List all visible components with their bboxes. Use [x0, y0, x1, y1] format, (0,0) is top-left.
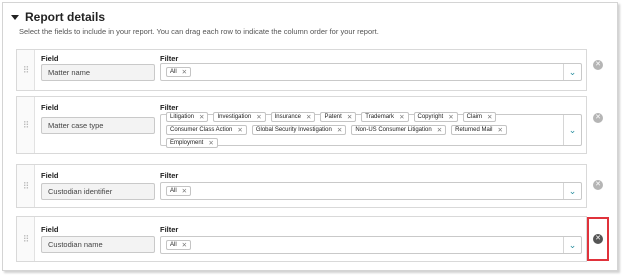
drag-handle-icon[interactable]: ⠿: [17, 217, 35, 261]
filter-chip[interactable]: Patent ✕: [320, 112, 357, 122]
remove-circle-icon[interactable]: ✕: [593, 180, 603, 190]
drag-handle-icon[interactable]: ⠿: [17, 50, 35, 90]
close-icon[interactable]: ✕: [306, 113, 311, 121]
field-input[interactable]: Matter name: [41, 64, 155, 81]
filter-chip-label: Returned Mail: [455, 127, 493, 133]
close-icon[interactable]: ✕: [347, 113, 352, 121]
close-icon[interactable]: ✕: [182, 241, 187, 249]
chevron-down-icon[interactable]: ⌄: [563, 237, 581, 253]
close-icon[interactable]: ✕: [182, 68, 187, 76]
filter-label: Filter: [160, 54, 179, 63]
close-icon[interactable]: ✕: [237, 126, 242, 134]
filter-select[interactable]: All ✕ ⌄: [160, 182, 582, 200]
field-label: Field: [41, 171, 59, 180]
close-icon[interactable]: ✕: [182, 187, 187, 195]
report-field-row[interactable]: ⠿ Field Filter Matter case type Litigati…: [16, 96, 587, 154]
drag-handle-icon[interactable]: ⠿: [17, 165, 35, 207]
drag-handle-icon[interactable]: ⠿: [17, 97, 35, 153]
highlight-box: [587, 217, 609, 261]
close-icon[interactable]: ✕: [337, 126, 342, 134]
remove-circle-icon[interactable]: ✕: [593, 60, 603, 70]
field-label: Field: [41, 225, 59, 234]
section-title: Report details: [25, 10, 106, 24]
filter-chip-label: Litigation: [170, 114, 195, 120]
filter-chip-label: Insurance: [274, 114, 301, 120]
field-label: Field: [41, 54, 59, 63]
close-icon[interactable]: ✕: [437, 126, 442, 134]
report-field-row[interactable]: ⠿ Field Filter Matter name All ✕ ⌄: [16, 49, 587, 91]
section-description: Select the fields to include in your rep…: [19, 27, 379, 36]
filter-chip[interactable]: Employment ✕: [166, 138, 218, 148]
filter-chip-label: Employment: [170, 140, 204, 146]
filter-chip-label: All: [170, 188, 177, 194]
close-icon[interactable]: ✕: [498, 126, 503, 134]
filter-chip-label: Copyright: [417, 114, 444, 120]
chevron-down-icon[interactable]: ⌄: [563, 115, 581, 145]
filter-chip-label: Trademark: [365, 114, 395, 120]
filter-chip[interactable]: Insurance ✕: [270, 112, 316, 122]
filter-chip[interactable]: Returned Mail ✕: [451, 125, 507, 135]
filter-chip[interactable]: Investigation ✕: [213, 112, 266, 122]
filter-chip-label: All: [170, 69, 177, 75]
filter-chip[interactable]: Non-US Consumer Litigation ✕: [351, 125, 447, 135]
filter-select[interactable]: All ✕ ⌄: [160, 236, 582, 254]
close-icon[interactable]: ✕: [487, 113, 492, 121]
filter-chip[interactable]: All ✕: [166, 240, 192, 250]
close-icon[interactable]: ✕: [256, 113, 261, 121]
section-header[interactable]: Report details: [11, 10, 105, 24]
field-label: Field: [41, 103, 59, 112]
close-icon[interactable]: ✕: [208, 139, 213, 147]
filter-chip-label: All: [170, 242, 177, 248]
filter-chip[interactable]: Global Security Investigation ✕: [251, 125, 347, 135]
caret-down-icon[interactable]: [11, 14, 19, 20]
filter-chip-label: Consumer Class Action: [170, 127, 233, 133]
field-input[interactable]: Custodian identifier: [41, 183, 155, 200]
filter-label: Filter: [160, 171, 179, 180]
filter-chip[interactable]: All ✕: [166, 186, 192, 196]
filter-label: Filter: [160, 103, 179, 112]
chevron-down-icon[interactable]: ⌄: [563, 64, 581, 80]
report-field-row[interactable]: ⠿ Field Filter Custodian identifier All …: [16, 164, 587, 208]
remove-circle-icon[interactable]: ✕: [593, 113, 603, 123]
filter-chip[interactable]: Claim ✕: [462, 112, 497, 122]
filter-chip-label: Claim: [466, 114, 482, 120]
chevron-down-icon[interactable]: ⌄: [563, 183, 581, 199]
filter-chip[interactable]: All ✕: [166, 67, 192, 77]
report-field-row[interactable]: ⠿ Field Filter Custodian name All ✕ ⌄: [16, 216, 587, 262]
filter-chip-label: Global Security Investigation: [255, 127, 332, 133]
field-input[interactable]: Matter case type: [41, 117, 155, 134]
filter-select[interactable]: All ✕ ⌄: [160, 63, 582, 81]
filter-chip[interactable]: Trademark ✕: [361, 112, 409, 122]
close-icon[interactable]: ✕: [448, 113, 453, 121]
filter-chip-label: Investigation: [217, 114, 252, 120]
close-icon[interactable]: ✕: [199, 113, 204, 121]
filter-chip-label: Patent: [324, 114, 342, 120]
filter-select[interactable]: Litigation ✕ Investigation ✕ Insurance ✕ Paten…: [160, 112, 582, 148]
filter-chip[interactable]: Litigation ✕: [166, 112, 209, 122]
filter-label: Filter: [160, 225, 179, 234]
field-input[interactable]: Custodian name: [41, 236, 155, 253]
close-icon[interactable]: ✕: [399, 113, 404, 121]
filter-chip-label: Non-US Consumer Litigation: [355, 127, 432, 133]
filter-chip[interactable]: Consumer Class Action ✕: [166, 125, 247, 135]
filter-chip[interactable]: Copyright ✕: [413, 112, 458, 122]
